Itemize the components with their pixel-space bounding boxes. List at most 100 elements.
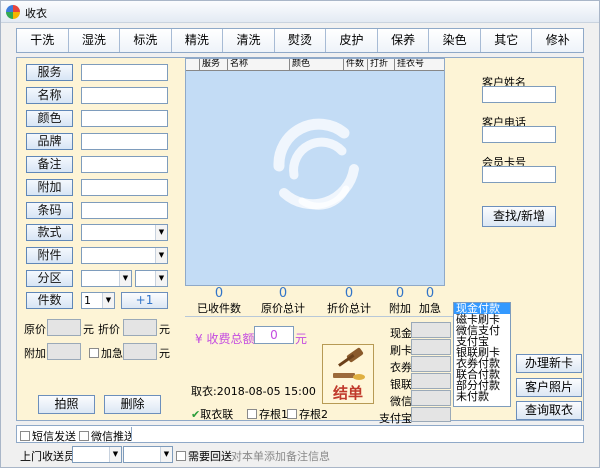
query-pickup-button[interactable]: 查询取衣	[516, 401, 582, 420]
watermark-logo-icon	[273, 118, 359, 210]
settle-button[interactable]: 结单	[322, 344, 374, 404]
unionpay-input[interactable]	[411, 373, 451, 389]
style-button[interactable]: 款式	[26, 224, 73, 241]
checkbox-icon	[176, 451, 186, 461]
gavel-icon	[333, 347, 365, 380]
grid-col-discount[interactable]: 打折	[368, 59, 395, 70]
checkbox-icon	[79, 431, 89, 441]
discount-price-field[interactable]	[123, 319, 157, 336]
message-input[interactable]	[131, 427, 583, 441]
tab-maintenance[interactable]: 保养	[377, 29, 430, 52]
name-button[interactable]: 名称	[26, 87, 73, 104]
tab-wet-wash[interactable]: 湿洗	[68, 29, 121, 52]
quantity-value: 1	[84, 294, 91, 307]
pickup-time: 取衣:2018-08-05 15:00	[191, 385, 316, 398]
original-price-label: 原价	[24, 323, 46, 336]
title-bar: 收衣	[1, 1, 599, 23]
need-return-checkbox[interactable]: 需要回送	[176, 448, 232, 464]
grid-col-name[interactable]: 名称	[228, 59, 290, 70]
stub2-checkbox[interactable]: 存根2	[287, 406, 328, 422]
remark-input[interactable]	[81, 156, 168, 173]
wechat-input[interactable]	[411, 390, 451, 406]
totals-bar: 0 已收件数 0 原价总计 0 折价总计 0 附加 0 加急	[185, 287, 445, 316]
card-input[interactable]	[411, 339, 451, 355]
checkbox-icon	[89, 348, 99, 358]
checkbox-icon	[287, 409, 297, 419]
card-label: 刷卡	[390, 344, 412, 357]
stub1-label: 存根1	[259, 408, 288, 421]
extra-fee-field[interactable]	[47, 343, 81, 360]
barcode-button[interactable]: 条码	[26, 202, 73, 219]
grid-col-color[interactable]: 颜色	[290, 59, 344, 70]
remark-button[interactable]: 备注	[26, 156, 73, 173]
original-price-field[interactable]	[47, 319, 81, 336]
app-logo-icon	[6, 5, 20, 19]
wechat-push-checkbox[interactable]: 微信推送	[79, 428, 135, 444]
delete-button[interactable]: 删除	[104, 395, 161, 414]
tab-ironing[interactable]: 熨烫	[274, 29, 327, 52]
grid-col-hanger-number[interactable]: 挂衣号	[395, 59, 444, 70]
customer-photo-button[interactable]: 客户照片	[516, 378, 582, 397]
extra-fee-label: 附加	[24, 347, 46, 360]
zone-button[interactable]: 分区	[26, 270, 73, 287]
quantity-select[interactable]: 1 ▼	[81, 292, 115, 309]
service-input[interactable]	[81, 64, 168, 81]
member-card-input[interactable]	[482, 166, 556, 183]
tab-other[interactable]: 其它	[480, 29, 533, 52]
service-button[interactable]: 服务	[26, 64, 73, 81]
brand-button[interactable]: 品牌	[26, 133, 73, 150]
zone-select-1[interactable]: ▼	[81, 270, 132, 287]
alipay-input[interactable]	[411, 407, 451, 422]
tab-dry-clean[interactable]: 干洗	[17, 29, 69, 52]
grid-col-quantity[interactable]: 件数	[344, 59, 368, 70]
service-tabs: 干洗 湿洗 标洗 精洗 清洗 熨烫 皮护 保养 染色 其它 修补	[16, 28, 584, 53]
tab-dyeing[interactable]: 染色	[429, 29, 481, 52]
barcode-input[interactable]	[81, 202, 168, 219]
search-add-button[interactable]: 查找/新增	[482, 206, 556, 227]
courier-select-1[interactable]: ▼	[72, 446, 122, 463]
alipay-label: 支付宝	[379, 412, 412, 425]
checkbox-icon	[247, 409, 257, 419]
name-input[interactable]	[81, 87, 168, 104]
voucher-input[interactable]	[411, 356, 451, 372]
items-grid[interactable]: 服务 名称 颜色 件数 打折 挂衣号	[185, 58, 445, 286]
tab-fine-wash[interactable]: 精洗	[171, 29, 224, 52]
addon-button[interactable]: 附加	[26, 179, 73, 196]
total-extra: 0 附加	[389, 286, 411, 315]
brand-input[interactable]	[81, 133, 168, 150]
quantity-button[interactable]: 件数	[26, 292, 73, 309]
pickup-slip-checkbox[interactable]: ✔取衣联	[191, 406, 233, 422]
stub1-checkbox[interactable]: 存根1	[247, 406, 288, 422]
urgent-checkbox[interactable]: 加急	[89, 345, 123, 361]
grid-col-service[interactable]: 服务	[200, 59, 228, 70]
sms-checkbox[interactable]: 短信发送	[20, 428, 76, 444]
courier-label: 上门收送员	[20, 450, 75, 463]
tab-standard-wash[interactable]: 标洗	[120, 29, 172, 52]
sms-label: 短信发送	[32, 430, 76, 443]
checkbox-icon	[20, 431, 30, 441]
courier-select-2[interactable]: ▼	[123, 446, 173, 463]
tab-clean[interactable]: 清洗	[223, 29, 275, 52]
tab-repair[interactable]: 修补	[532, 29, 584, 52]
color-input[interactable]	[81, 110, 168, 127]
urgent-fee-field[interactable]	[123, 343, 157, 360]
cash-input[interactable]	[411, 322, 451, 338]
accessory-select[interactable]: ▼	[81, 247, 168, 264]
new-card-button[interactable]: 办理新卡	[516, 354, 582, 373]
addon-input[interactable]	[81, 179, 168, 196]
style-select[interactable]: ▼	[81, 224, 168, 241]
color-button[interactable]: 颜色	[26, 110, 73, 127]
voucher-label: 衣券	[390, 361, 412, 374]
chevron-down-icon: ▼	[155, 225, 167, 240]
list-item[interactable]: 未付款	[454, 391, 510, 402]
customer-phone-input[interactable]	[482, 126, 556, 143]
plus-one-button[interactable]: +1	[121, 292, 168, 309]
payment-method-list[interactable]: 现金付款 磁卡刷卡 微信支付 支付宝 银联刷卡 衣券付款 联合付款 部分付款 未…	[453, 302, 511, 407]
tab-leather-care[interactable]: 皮护	[326, 29, 378, 52]
note-hint[interactable]: 对本单添加备注信息	[231, 448, 330, 464]
photo-button[interactable]: 拍照	[38, 395, 95, 414]
customer-name-input[interactable]	[482, 86, 556, 103]
zone-select-2[interactable]: ▼	[135, 270, 168, 287]
fee-total-value[interactable]: 0	[254, 326, 294, 344]
accessory-button[interactable]: 附件	[26, 247, 73, 264]
